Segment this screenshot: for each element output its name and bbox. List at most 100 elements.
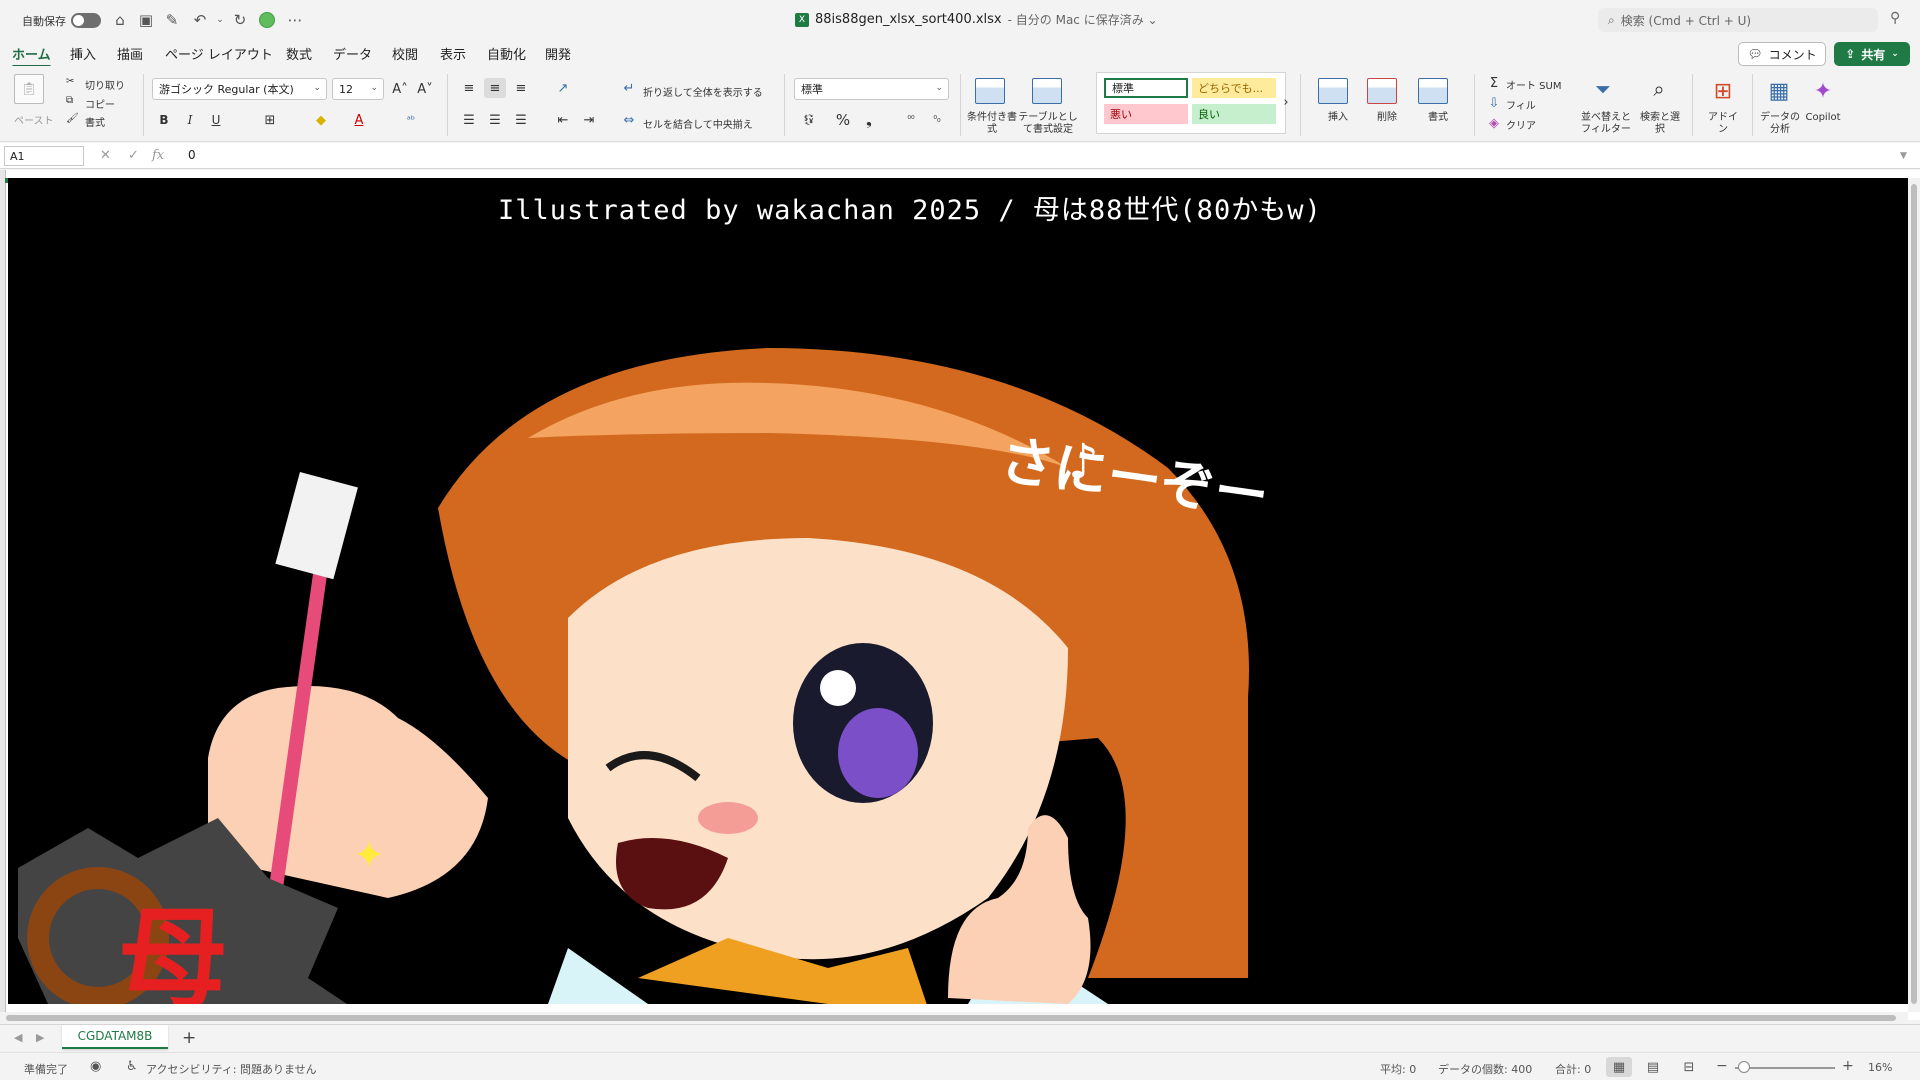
chevron-down-icon[interactable]: ▼ — [1900, 151, 1907, 161]
macro-record-icon[interactable]: ◉ — [90, 1059, 101, 1074]
align-center-icon[interactable]: ☰ — [484, 110, 506, 130]
addins-label[interactable]: アドイン — [1706, 112, 1740, 136]
italic-icon[interactable]: I — [181, 110, 199, 130]
autosum-icon[interactable]: Σ — [1486, 74, 1502, 92]
wrap-text-icon[interactable]: ↵ — [620, 78, 638, 98]
normal-view-icon[interactable]: ▦ — [1606, 1057, 1632, 1077]
formula-input[interactable]: 0 — [188, 148, 196, 162]
style-neutral[interactable]: どちらでも... — [1192, 78, 1276, 98]
analyze-data-icon[interactable]: ▦ — [1764, 76, 1794, 106]
cancel-icon[interactable]: ✕ — [100, 148, 111, 163]
undo-icon[interactable]: ↶ — [190, 10, 210, 30]
tab-view[interactable]: 表示 — [440, 44, 466, 63]
tab-home[interactable]: ホーム — [12, 44, 51, 68]
decrease-decimal-icon[interactable]: ⁰₀ — [926, 110, 948, 130]
tab-review[interactable]: 校閲 — [392, 44, 418, 63]
vertical-scrollbar[interactable] — [1908, 178, 1920, 1012]
increase-font-icon[interactable]: A˄ — [389, 78, 411, 100]
save-icon[interactable]: ▣ — [136, 10, 156, 30]
zoom-slider-handle[interactable] — [1738, 1061, 1750, 1073]
share-link-icon[interactable]: ⚲ — [1890, 10, 1900, 26]
zoom-in-icon[interactable]: + — [1842, 1058, 1854, 1074]
home-icon[interactable]: ⌂ — [110, 10, 130, 30]
status-circle-icon[interactable] — [259, 12, 275, 28]
function-icon[interactable]: fx — [152, 148, 164, 163]
tab-draw[interactable]: 描画 — [117, 44, 143, 63]
align-bottom-icon[interactable]: ≡ — [510, 78, 532, 98]
align-middle-icon[interactable]: ≡ — [484, 78, 506, 98]
format-as-table-icon[interactable] — [1032, 78, 1062, 104]
comment-button[interactable]: 💬︎ コメント — [1738, 42, 1826, 66]
accessibility-status[interactable]: アクセシビリティ: 問題ありません — [146, 1061, 317, 1077]
share-button[interactable]: ⇪ 共有 ⌄ — [1834, 42, 1910, 66]
currency-icon[interactable]: 💱︎ — [797, 110, 821, 130]
decrease-indent-icon[interactable]: ⇤ — [552, 110, 574, 130]
comma-icon[interactable]: ❟ — [858, 110, 880, 130]
chevron-down-icon[interactable]: ⌄ — [210, 10, 230, 30]
wrap-text-label[interactable]: 折り返して全体を表示する — [643, 84, 763, 99]
sort-filter-label[interactable]: 並べ替えとフィルター — [1578, 112, 1634, 136]
more-icon[interactable]: ⋯ — [285, 10, 305, 30]
row-header[interactable] — [0, 170, 6, 1012]
scrollbar-thumb[interactable] — [1911, 184, 1917, 1004]
style-normal[interactable]: 標準 — [1104, 78, 1188, 98]
tab-insert[interactable]: 挿入 — [70, 44, 96, 63]
copilot-icon[interactable]: ✦ — [1808, 76, 1838, 106]
style-bad[interactable]: 悪い — [1104, 104, 1188, 124]
next-sheet-icon[interactable]: ▶ — [36, 1031, 44, 1044]
page-layout-view-icon[interactable]: ▤ — [1640, 1057, 1666, 1077]
worksheet-grid[interactable]: Illustrated by wakachan 2025 / 母は88世代(80… — [0, 170, 1920, 1024]
add-sheet-icon[interactable]: + — [182, 1028, 196, 1048]
format-painter-label[interactable]: 書式 — [85, 114, 105, 129]
font-color-icon[interactable]: A — [348, 110, 370, 130]
font-name-select[interactable]: 游ゴシック Regular (本文) ⌄ — [152, 78, 327, 100]
tab-automate[interactable]: 自動化 — [487, 44, 526, 63]
borders-icon[interactable]: ⊞ — [259, 110, 281, 130]
insert-label[interactable]: 挿入 — [1318, 112, 1358, 124]
orientation-icon[interactable]: ↗ — [552, 78, 574, 98]
zoom-out-icon[interactable]: − — [1716, 1058, 1728, 1074]
style-good[interactable]: 良い — [1192, 104, 1276, 124]
phonetic-icon[interactable]: ᵃᵇ — [400, 110, 422, 130]
find-select-icon[interactable]: ⌕ — [1642, 74, 1676, 104]
format-cells-icon[interactable] — [1418, 78, 1448, 104]
conditional-format-icon[interactable] — [975, 78, 1005, 104]
clear-label[interactable]: クリア — [1506, 117, 1536, 132]
conditional-format-label[interactable]: 条件付き書式 — [966, 112, 1018, 136]
cut-icon[interactable]: ✂ — [66, 76, 74, 87]
format-painter-icon[interactable]: 🖌︎ — [66, 113, 79, 124]
fill-label[interactable]: フィル — [1506, 97, 1536, 112]
paste-icon[interactable]: 📋︎ — [14, 74, 44, 104]
decrease-font-icon[interactable]: A˅ — [414, 78, 436, 100]
page-break-view-icon[interactable]: ⊟ — [1676, 1057, 1702, 1077]
save-as-icon[interactable]: ✎ — [162, 10, 182, 30]
tab-developer[interactable]: 開発 — [545, 44, 571, 63]
merge-center-label[interactable]: セルを結合して中央揃え — [643, 116, 753, 131]
redo-icon[interactable]: ↻ — [230, 10, 250, 30]
cut-label[interactable]: 切り取り — [85, 77, 125, 92]
copilot-label[interactable]: Copilot — [1800, 112, 1846, 124]
increase-indent-icon[interactable]: ⇥ — [578, 110, 600, 130]
percent-icon[interactable]: % — [832, 110, 854, 130]
autosum-label[interactable]: オート SUM — [1506, 77, 1561, 92]
fill-color-icon[interactable]: ◆ — [310, 110, 332, 130]
search-input[interactable]: ⌕ 検索 (Cmd + Ctrl + U) — [1598, 8, 1878, 32]
tab-data[interactable]: データ — [333, 44, 372, 63]
increase-decimal-icon[interactable]: ⁰⁰ — [900, 110, 922, 130]
find-select-label[interactable]: 検索と選択 — [1638, 112, 1682, 136]
bold-icon[interactable]: B — [155, 110, 173, 130]
sheet-tab-cgdatam8b[interactable]: CGDATAM8B — [62, 1025, 168, 1049]
insert-cells-icon[interactable] — [1318, 78, 1348, 104]
prev-sheet-icon[interactable]: ◀ — [14, 1031, 22, 1044]
sort-filter-icon[interactable]: ⏷ — [1586, 74, 1620, 104]
align-top-icon[interactable]: ≡ — [458, 78, 480, 98]
copy-label[interactable]: コピー — [85, 96, 115, 111]
align-right-icon[interactable]: ☰ — [510, 110, 532, 130]
cell-artwork-canvas[interactable]: Illustrated by wakachan 2025 / 母は88世代(80… — [8, 178, 1908, 1004]
confirm-icon[interactable]: ✓ — [128, 148, 139, 163]
format-label[interactable]: 書式 — [1418, 112, 1458, 124]
analyze-data-label[interactable]: データの分析 — [1760, 112, 1800, 136]
tab-formulas[interactable]: 数式 — [286, 44, 312, 63]
autosave-toggle[interactable] — [71, 13, 101, 28]
delete-label[interactable]: 削除 — [1367, 112, 1407, 124]
